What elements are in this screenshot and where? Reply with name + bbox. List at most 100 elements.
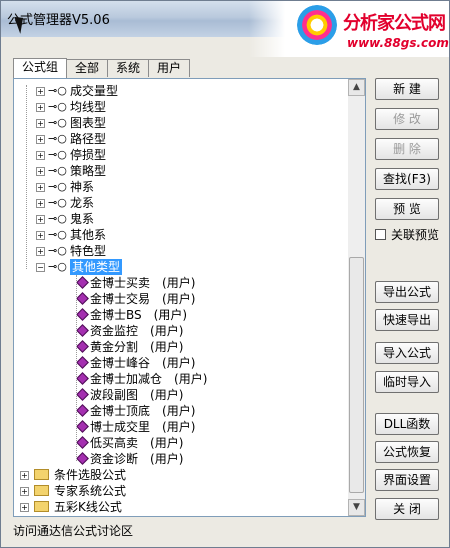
- group-key-icon: ⊸○: [48, 116, 67, 129]
- formula-type-label: (用户): [150, 436, 184, 450]
- formula-list-item[interactable]: 金博士买卖 (用户): [14, 275, 344, 291]
- group-key-icon: ⊸○: [48, 84, 67, 97]
- tab-user[interactable]: 用户: [148, 59, 191, 77]
- tree-folder-item[interactable]: + 五彩K线公式: [14, 499, 344, 515]
- formula-list-item[interactable]: 金博士峰谷 (用户): [14, 355, 344, 371]
- tree-group-item[interactable]: + ⊸○ 停损型: [14, 147, 344, 163]
- group-key-icon: ⊸○: [48, 260, 67, 273]
- status-link[interactable]: 访问通达信公式讨论区: [13, 522, 133, 539]
- formula-list-item[interactable]: 低买高卖 (用户): [14, 435, 344, 451]
- expand-icon[interactable]: +: [36, 135, 45, 144]
- expand-icon[interactable]: +: [36, 247, 45, 256]
- expand-icon[interactable]: +: [36, 199, 45, 208]
- tree-group-item[interactable]: + ⊸○ 鬼系: [14, 211, 344, 227]
- logo: 分析家公式网 www.88gs.com: [249, 1, 449, 57]
- tree-item-label: 黄金分割 (用户): [90, 340, 184, 354]
- formula-list-item[interactable]: 黄金分割 (用户): [14, 339, 344, 355]
- expand-icon[interactable]: +: [20, 503, 29, 512]
- tree-group-item[interactable]: + ⊸○ 神系: [14, 179, 344, 195]
- delete-button[interactable]: 删 除: [375, 138, 439, 160]
- tab-formula-group[interactable]: 公式组: [13, 58, 68, 78]
- close-button[interactable]: 关 闭: [375, 498, 439, 520]
- formula-type-label: (用户): [150, 340, 184, 354]
- scroll-down-icon[interactable]: ▼: [348, 499, 365, 516]
- tree-group-item[interactable]: + ⊸○ 其他系: [14, 227, 344, 243]
- modify-button[interactable]: 修 改: [375, 108, 439, 130]
- formula-list-item[interactable]: 金博士BS (用户): [14, 307, 344, 323]
- formula-list-item[interactable]: 资金监控 (用户): [14, 323, 344, 339]
- restore-button[interactable]: 公式恢复: [375, 441, 439, 463]
- tree-group-item[interactable]: + ⊸○ 策略型: [14, 163, 344, 179]
- quick-export-button[interactable]: 快速导出: [375, 309, 439, 331]
- tree-item-label: 停损型: [70, 148, 107, 162]
- tree-group-item[interactable]: + ⊸○ 均线型: [14, 99, 344, 115]
- group-key-icon: ⊸○: [48, 148, 67, 161]
- formula-list-item[interactable]: 金博士加减仓 (用户): [14, 371, 344, 387]
- tree-item-label: 低买高卖 (用户): [90, 436, 184, 450]
- expand-icon[interactable]: +: [20, 471, 29, 480]
- expand-icon[interactable]: +: [36, 87, 45, 96]
- export-button[interactable]: 导出公式: [375, 281, 439, 303]
- temp-import-button[interactable]: 临时导入: [375, 371, 439, 393]
- tree-group-item[interactable]: + ⊸○ 龙系: [14, 195, 344, 211]
- formula-type-label: (用户): [174, 372, 208, 386]
- tab-system[interactable]: 系统: [107, 59, 150, 77]
- vertical-scrollbar[interactable]: ▲ ▼: [348, 79, 365, 516]
- formula-list-item[interactable]: 资金诊断 (用户): [14, 451, 344, 467]
- tree-item-label: 其他系: [70, 228, 107, 242]
- expand-icon[interactable]: +: [36, 103, 45, 112]
- tree-item-label: 波段副图 (用户): [90, 388, 184, 402]
- tree-item-label: 条件选股公式: [54, 468, 127, 482]
- folder-icon: [34, 501, 49, 512]
- checkbox-box[interactable]: [375, 229, 386, 240]
- formula-type-label: (用户): [162, 420, 196, 434]
- tree-connector-line: [26, 85, 27, 269]
- tree-group-item[interactable]: + ⊸○ 路径型: [14, 131, 344, 147]
- formula-list-item[interactable]: 金博士顶底 (用户): [14, 403, 344, 419]
- formula-type-label: (用户): [150, 388, 184, 402]
- tree-group-expanded[interactable]: − ⊸○ 其他类型: [14, 259, 344, 275]
- tree-item-label: 资金监控 (用户): [90, 324, 184, 338]
- formula-list-item[interactable]: 博士成交里 (用户): [14, 419, 344, 435]
- formula-type-label: (用户): [162, 292, 196, 306]
- find-button[interactable]: 查找(F3): [375, 168, 439, 190]
- tree-group-item[interactable]: + ⊸○ 成交量型: [14, 83, 344, 99]
- tree-item-label: 特色型: [70, 244, 107, 258]
- expand-icon[interactable]: +: [20, 487, 29, 496]
- tree-folder-item[interactable]: + 专家系统公式: [14, 483, 344, 499]
- formula-icon: [76, 276, 89, 289]
- tree-item-label: 资金诊断 (用户): [90, 452, 184, 466]
- formula-list-item[interactable]: 波段副图 (用户): [14, 387, 344, 403]
- expand-icon[interactable]: +: [36, 183, 45, 192]
- tree-item-label: 策略型: [70, 164, 107, 178]
- import-button[interactable]: 导入公式: [375, 342, 439, 364]
- logo-brand: 分析家公式网: [343, 13, 446, 34]
- formula-icon: [76, 356, 89, 369]
- formula-icon: [76, 372, 89, 385]
- tree-item-label: 金博士加减仓 (用户): [90, 372, 208, 386]
- ui-settings-button[interactable]: 界面设置: [375, 469, 439, 491]
- scroll-thumb[interactable]: [349, 257, 364, 493]
- new-button[interactable]: 新 建: [375, 78, 439, 100]
- preview-button[interactable]: 预 览: [375, 198, 439, 220]
- tab-all[interactable]: 全部: [66, 59, 109, 77]
- expand-icon[interactable]: +: [36, 215, 45, 224]
- formula-icon: [76, 292, 89, 305]
- tree-item-label: 神系: [70, 180, 95, 194]
- tree-group-item[interactable]: + ⊸○ 图表型: [14, 115, 344, 131]
- scroll-up-icon[interactable]: ▲: [348, 79, 365, 96]
- tree-group-item[interactable]: + ⊸○ 特色型: [14, 243, 344, 259]
- group-key-icon: ⊸○: [48, 212, 67, 225]
- formula-tree[interactable]: + ⊸○ 成交量型 + ⊸○ 均线型 + ⊸○ 图表型 + ⊸○ 路径型 + ⊸○ 停损型 + ⊸○ 策略型 + ⊸○…: [13, 78, 366, 517]
- dll-function-button[interactable]: DLL函数: [375, 413, 439, 435]
- expand-icon[interactable]: +: [36, 151, 45, 160]
- formula-icon: [76, 324, 89, 337]
- expand-icon[interactable]: +: [36, 119, 45, 128]
- expand-icon[interactable]: +: [36, 167, 45, 176]
- tree-folder-item[interactable]: + 条件选股公式: [14, 467, 344, 483]
- expand-icon[interactable]: +: [36, 231, 45, 240]
- collapse-icon[interactable]: −: [36, 263, 45, 272]
- formula-type-label: (用户): [162, 276, 196, 290]
- formula-list-item[interactable]: 金博士交易 (用户): [14, 291, 344, 307]
- tree-item-label: 五彩K线公式: [54, 500, 122, 514]
